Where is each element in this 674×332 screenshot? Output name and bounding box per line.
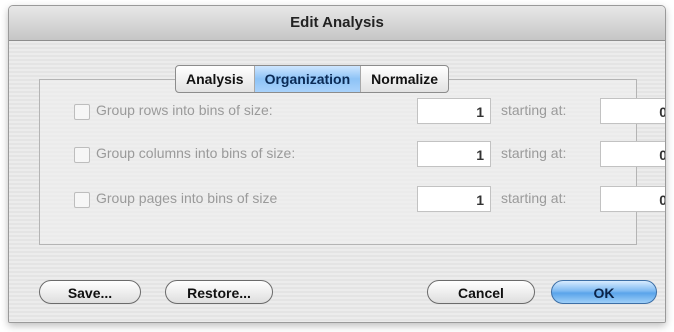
group-rows-checkbox[interactable] <box>74 104 90 120</box>
organization-panel: Group rows into bins of size: 1 starting… <box>39 79 665 245</box>
group-columns-label: Group columns into bins of size: <box>96 145 296 161</box>
tab-organization[interactable]: Organization <box>253 66 361 92</box>
edit-analysis-dialog: Edit Analysis Analysis Organization Norm… <box>8 5 666 323</box>
columns-starting-label: starting at: <box>501 145 567 161</box>
restore-button[interactable]: Restore... <box>165 280 273 304</box>
dialog-content: Analysis Organization Normalize Group ro… <box>9 41 665 322</box>
group-pages-checkbox[interactable] <box>74 192 90 208</box>
save-button[interactable]: Save... <box>39 280 141 304</box>
pages-starting-label: starting at: <box>501 190 567 206</box>
group-pages-row: Group pages into bins of size 1 starting… <box>74 186 665 214</box>
pages-start-field[interactable]: 0 <box>600 186 665 212</box>
rows-starting-label: starting at: <box>501 102 567 118</box>
tab-analysis[interactable]: Analysis <box>176 66 254 92</box>
pages-bin-size-field[interactable]: 1 <box>417 186 491 212</box>
group-pages-label: Group pages into bins of size <box>96 190 278 206</box>
ok-button[interactable]: OK <box>551 280 657 304</box>
columns-bin-size-field[interactable]: 1 <box>417 141 491 167</box>
columns-start-field[interactable]: 0 <box>600 141 665 167</box>
group-rows-label: Group rows into bins of size: <box>96 102 273 118</box>
dialog-title: Edit Analysis <box>9 6 665 41</box>
rows-bin-size-field[interactable]: 1 <box>417 98 491 124</box>
tab-normalize[interactable]: Normalize <box>360 66 448 92</box>
group-rows-row: Group rows into bins of size: 1 starting… <box>74 98 665 126</box>
group-columns-checkbox[interactable] <box>74 147 90 163</box>
rows-start-field[interactable]: 0 <box>600 98 665 124</box>
group-columns-row: Group columns into bins of size: 1 start… <box>74 141 665 169</box>
tab-bar: Analysis Organization Normalize <box>175 65 450 93</box>
cancel-button[interactable]: Cancel <box>427 280 535 304</box>
